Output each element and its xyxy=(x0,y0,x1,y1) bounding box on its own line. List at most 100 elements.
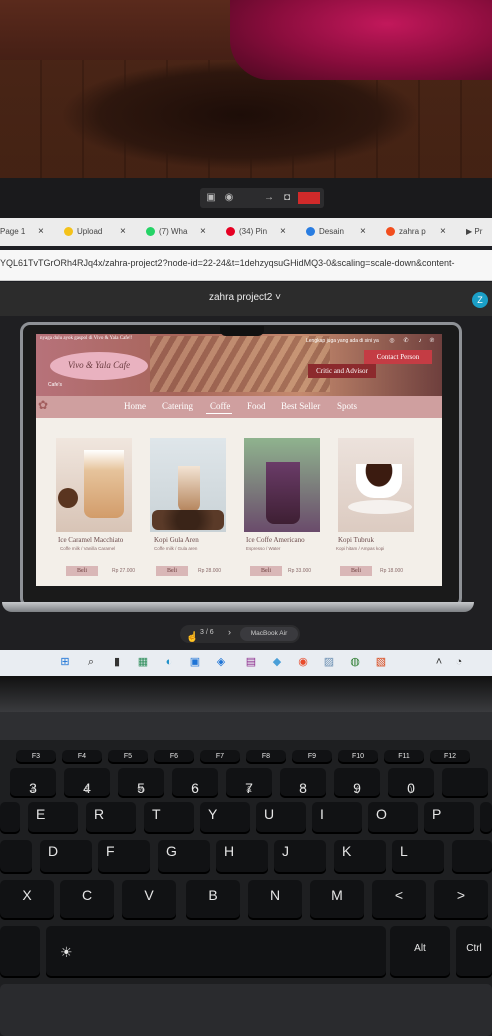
file-title[interactable]: zahra project2 ˅ xyxy=(160,292,330,303)
buy-button[interactable]: Beli xyxy=(156,566,188,576)
key-ctrl[interactable]: Ctrl xyxy=(456,926,492,978)
browser-tab[interactable]: (7) Wha xyxy=(146,224,187,240)
browser-tab[interactable]: Desain xyxy=(306,224,344,240)
key-f8[interactable]: F8 xyxy=(246,750,286,764)
key-w[interactable] xyxy=(0,802,20,834)
app-icon[interactable]: ▤ xyxy=(244,655,258,669)
key-5[interactable]: % 5 xyxy=(118,768,164,798)
key-f5[interactable]: F5 xyxy=(108,750,148,764)
close-icon[interactable]: × xyxy=(38,224,44,240)
search-icon[interactable]: ⌕ xyxy=(84,655,98,669)
key-semicolon[interactable] xyxy=(452,840,492,874)
key-h[interactable]: H xyxy=(216,840,268,874)
key-0[interactable]: ) 0 xyxy=(388,768,434,798)
nav-best-seller[interactable]: Best Seller xyxy=(281,401,320,411)
key-f12[interactable]: F12 xyxy=(430,750,470,764)
key-3[interactable]: #3 xyxy=(10,768,56,798)
nav-food[interactable]: Food xyxy=(247,401,266,411)
key-minus[interactable] xyxy=(442,768,488,798)
site-logo[interactable]: Vivo & Yala Cafe xyxy=(50,360,148,370)
chevron-right-icon[interactable]: › xyxy=(228,627,231,637)
photos-icon[interactable]: ▨ xyxy=(322,655,336,669)
key-fn[interactable] xyxy=(0,926,40,978)
key-n[interactable]: N xyxy=(248,880,302,920)
key-y[interactable]: Y xyxy=(200,802,250,834)
spacebar[interactable]: ☀ xyxy=(46,926,386,978)
close-icon[interactable]: × xyxy=(360,224,366,240)
key-8[interactable]: * 8 xyxy=(280,768,326,798)
buy-button[interactable]: Beli xyxy=(250,566,282,576)
close-icon[interactable]: × xyxy=(440,224,446,240)
key-f9[interactable]: F9 xyxy=(292,750,332,764)
close-icon[interactable]: × xyxy=(120,224,126,240)
key-l[interactable]: L xyxy=(392,840,444,874)
browser-tab[interactable]: (34) Pin xyxy=(226,224,267,240)
key-i[interactable]: I xyxy=(312,802,362,834)
key-d[interactable]: D xyxy=(40,840,92,874)
key-f4[interactable]: F4 xyxy=(62,750,102,764)
nav-catering[interactable]: Catering xyxy=(162,401,193,411)
key-f7[interactable]: F7 xyxy=(200,750,240,764)
browser-tab[interactable]: Upload xyxy=(64,224,102,240)
spotify-icon[interactable]: ◍ xyxy=(348,655,362,669)
key-j[interactable]: J xyxy=(274,840,326,874)
browser-tab[interactable]: Page 1 xyxy=(0,224,25,240)
key-t[interactable]: T xyxy=(144,802,194,834)
contact-person-button[interactable]: Contact Person xyxy=(364,350,432,364)
key-bracket[interactable] xyxy=(480,802,492,834)
whatsapp-icon[interactable]: ✆ xyxy=(402,337,410,345)
key-period[interactable]: > xyxy=(434,880,488,920)
key-s[interactable] xyxy=(0,840,32,874)
key-7[interactable]: & 7 xyxy=(226,768,272,798)
key-o[interactable]: O xyxy=(368,802,418,834)
task-view-icon[interactable]: ▮ xyxy=(110,655,124,669)
pinterest-icon[interactable]: ℗ xyxy=(428,337,436,345)
device-selector[interactable]: MacBook Air xyxy=(240,627,298,641)
key-comma[interactable]: < xyxy=(372,880,426,920)
buy-button[interactable]: Beli xyxy=(66,566,98,576)
avatar[interactable]: Z xyxy=(472,292,488,308)
key-g[interactable]: G xyxy=(158,840,210,874)
wifi-icon[interactable]: ◔ xyxy=(452,655,466,669)
instagram-icon[interactable]: ◎ xyxy=(388,337,396,345)
edge-icon[interactable]: ◐ xyxy=(162,655,176,669)
nav-spots[interactable]: Spots xyxy=(337,401,357,411)
chrome-icon[interactable]: ◉ xyxy=(296,655,310,669)
key-e[interactable]: E xyxy=(28,802,78,834)
key-k[interactable]: K xyxy=(334,840,386,874)
browser-tab-active[interactable]: zahra p xyxy=(386,224,426,240)
key-x[interactable]: X xyxy=(0,880,54,920)
buy-button[interactable]: Beli xyxy=(340,566,372,576)
key-alt[interactable]: Alt xyxy=(390,926,450,978)
critic-advisor-button[interactable]: Critic and Advisor xyxy=(308,364,376,378)
key-c[interactable]: C xyxy=(60,880,114,920)
browser-tab[interactable]: ▶ Pr xyxy=(466,224,482,240)
key-v[interactable]: V xyxy=(122,880,176,920)
key-f3[interactable]: F3 xyxy=(16,750,56,764)
key-r[interactable]: R xyxy=(86,802,136,834)
key-6[interactable]: ^ 6 xyxy=(172,768,218,798)
key-b[interactable]: B xyxy=(186,880,240,920)
key-u[interactable]: U xyxy=(256,802,306,834)
tiktok-icon[interactable]: ♪ xyxy=(416,337,424,345)
widgets-icon[interactable]: ▦ xyxy=(136,655,150,669)
close-icon[interactable]: × xyxy=(200,224,206,240)
key-f6[interactable]: F6 xyxy=(154,750,194,764)
windows-start-icon[interactable]: ⊞ xyxy=(58,655,72,669)
key-f10[interactable]: F10 xyxy=(338,750,378,764)
key-m[interactable]: M xyxy=(310,880,364,920)
cube-app-icon[interactable]: ◆ xyxy=(270,655,284,669)
dropbox-icon[interactable]: ◈ xyxy=(214,655,228,669)
nav-home[interactable]: Home xyxy=(124,401,146,411)
office-icon[interactable]: ▧ xyxy=(374,655,388,669)
chevron-up-icon[interactable]: ˄ xyxy=(432,655,446,669)
key-p[interactable]: P xyxy=(424,802,474,834)
key-4[interactable]: $4 xyxy=(64,768,110,798)
key-f11[interactable]: F11 xyxy=(384,750,424,764)
store-icon[interactable]: ▣ xyxy=(188,655,202,669)
url-text[interactable]: YQL61TvTGrORh4RJq4x/zahra-project2?node-… xyxy=(0,258,492,268)
key-9[interactable]: (9 xyxy=(334,768,380,798)
key-f[interactable]: F xyxy=(98,840,150,874)
nav-coffe[interactable]: Coffe xyxy=(210,401,230,411)
close-icon[interactable]: × xyxy=(280,224,286,240)
